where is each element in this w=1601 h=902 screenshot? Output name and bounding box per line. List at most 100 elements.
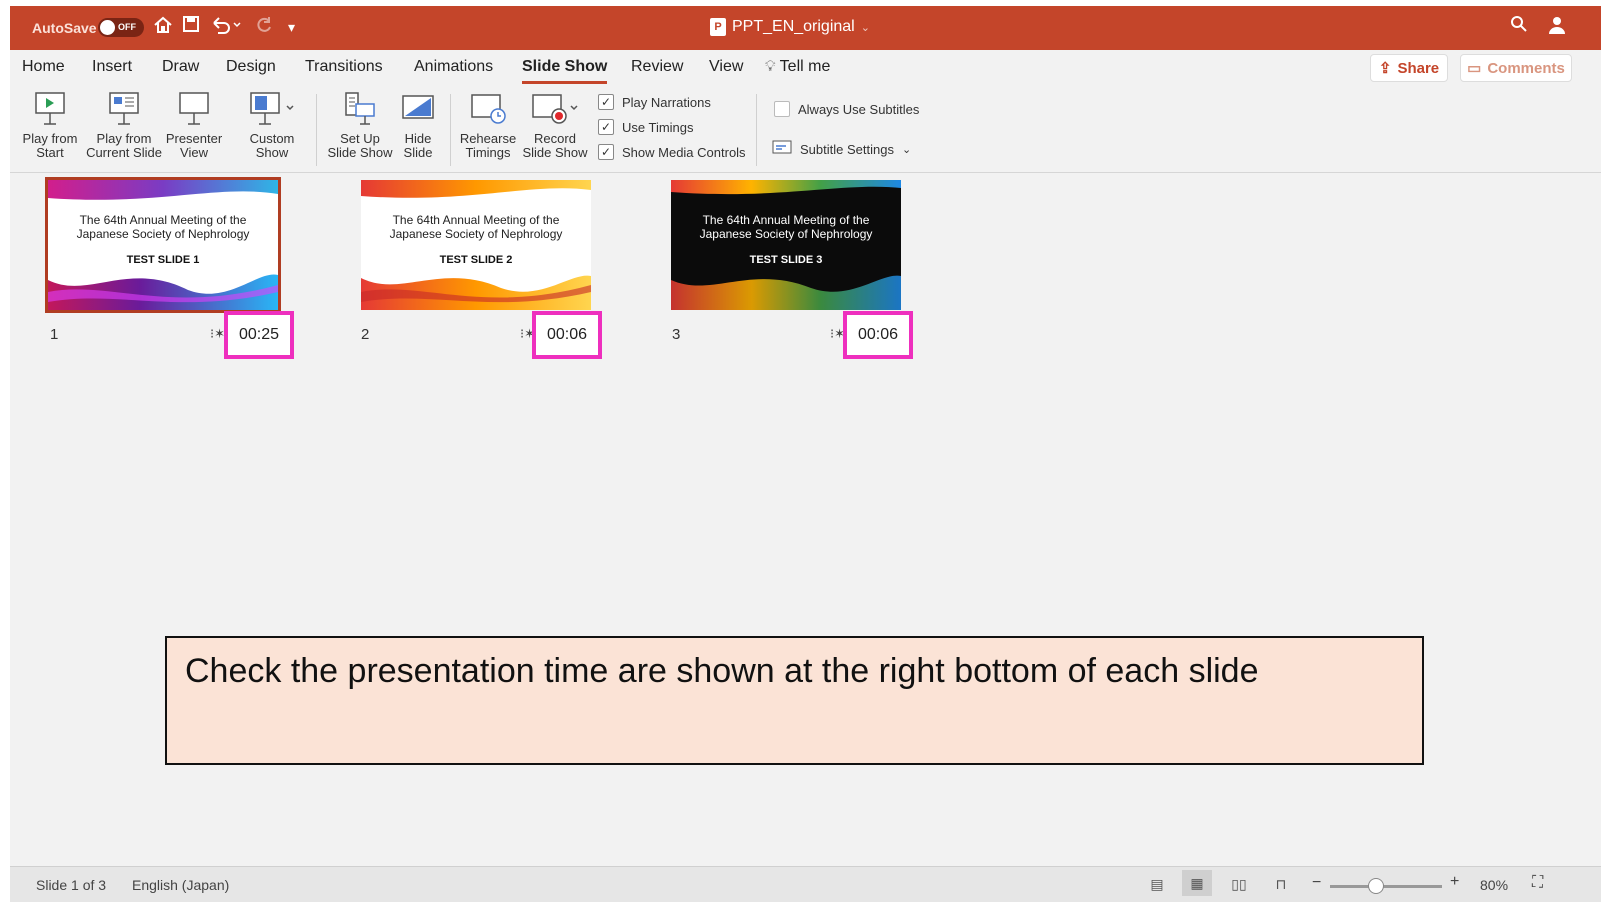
status-bar: Slide 1 of 3 English (Japan) ▤ ▦ ▯▯ ⊓ − … — [10, 866, 1601, 902]
slide-show-view-icon[interactable]: ⊓ — [1272, 876, 1290, 892]
document-title[interactable]: P PPT_EN_original ⌄ — [710, 18, 910, 36]
fit-to-window-icon[interactable]: ⛶ — [1532, 874, 1543, 892]
instruction-callout: Check the presentation time are shown at… — [165, 636, 1424, 765]
share-icon: ⇪ — [1378, 60, 1392, 77]
custom-show-icon — [236, 90, 308, 128]
search-icon[interactable] — [1510, 15, 1528, 39]
home-icon[interactable] — [153, 15, 173, 41]
language-indicator[interactable]: English (Japan) — [132, 877, 229, 893]
checkbox-checked-icon: ✓ — [598, 144, 614, 160]
slide-label: TEST SLIDE 2 — [439, 254, 513, 266]
customize-icon[interactable]: ▾ — [288, 15, 295, 39]
zoom-in-icon[interactable]: + — [1450, 873, 1459, 891]
zoom-out-icon[interactable]: − — [1312, 874, 1321, 892]
checkbox-checked-icon: ✓ — [598, 94, 614, 110]
document-title-text: PPT_EN_original — [732, 18, 855, 35]
tab-design[interactable]: Design — [226, 58, 276, 76]
play-narrations-checkbox[interactable]: ✓ Play Narrations — [598, 94, 711, 110]
account-icon[interactable] — [1547, 15, 1567, 41]
use-timings-checkbox[interactable]: ✓ Use Timings — [598, 119, 694, 135]
record-slide-show-button[interactable]: Record Slide Show — [520, 90, 590, 160]
tell-me[interactable]: 💡︎ Tell me — [765, 58, 830, 76]
zoom-slider-handle[interactable] — [1368, 878, 1384, 894]
tab-draw[interactable]: Draw — [162, 58, 199, 76]
slide-background — [361, 180, 591, 310]
autosave-state: OFF — [118, 22, 136, 32]
play-from-start-line1: Play from — [22, 131, 78, 146]
presenter-view-button[interactable]: Presenter View — [162, 90, 226, 160]
rehearse-line2: Timings — [465, 145, 511, 160]
use-timings-label: Use Timings — [622, 119, 694, 135]
comments-button[interactable]: ▭ Comments — [1460, 54, 1572, 82]
tab-home[interactable]: Home — [22, 58, 65, 76]
custom-show-line2: Show — [255, 145, 289, 160]
show-media-controls-label: Show Media Controls — [622, 144, 746, 160]
tab-animations[interactable]: Animations — [414, 58, 493, 76]
ribbon-slide-show: Play from Start Play from Current Slide … — [10, 88, 1601, 173]
presenter-view-line1: Presenter — [165, 131, 223, 146]
ribbon-divider — [450, 94, 451, 166]
play-from-current-line1: Play from — [96, 131, 152, 146]
undo-icon[interactable] — [210, 15, 242, 41]
slide-thumbnail[interactable]: The 64th Annual Meeting of the Japanese S… — [671, 180, 901, 310]
slide-title: The 64th Annual Meeting of the Japanese S… — [389, 213, 563, 241]
toggle-knob — [100, 20, 115, 35]
slide-counter: Slide 1 of 3 — [36, 877, 107, 893]
slide-sorter-icon[interactable]: ▦ — [1182, 870, 1212, 896]
slide-thumbnail[interactable]: The 64th Annual Meeting of the Japanese S… — [45, 177, 281, 313]
custom-show-button[interactable]: Custom Show — [236, 90, 308, 160]
show-media-controls-checkbox[interactable]: ✓ Show Media Controls — [598, 144, 746, 160]
lightbulb-icon: 💡︎ — [765, 58, 776, 75]
normal-view-icon[interactable]: ▤ — [1148, 876, 1166, 892]
slide-timing: 00:06 — [843, 311, 913, 359]
rehearse-timings-button[interactable]: Rehearse Timings — [456, 90, 520, 160]
comment-icon: ▭ — [1467, 60, 1482, 77]
redo-icon[interactable] — [254, 15, 274, 41]
autosave-toggle[interactable]: OFF — [98, 18, 144, 37]
slide-number: 2 — [361, 326, 370, 343]
tab-transitions[interactable]: Transitions — [305, 58, 383, 76]
presenter-view-line2: View — [180, 145, 208, 160]
rehearse-line1: Rehearse — [459, 131, 517, 146]
tab-view[interactable]: View — [709, 58, 743, 76]
share-button[interactable]: ⇪ Share — [1370, 54, 1448, 82]
hide-slide-button[interactable]: Hide Slide — [396, 90, 440, 160]
subtitle-settings-icon — [772, 140, 792, 159]
set-up-line1: Set Up — [340, 131, 380, 146]
zoom-level[interactable]: 80% — [1480, 877, 1508, 893]
play-from-start-line2: Start — [36, 145, 64, 160]
hide-slide-icon — [396, 90, 440, 128]
play-from-current-line2: Current Slide — [86, 145, 162, 160]
always-use-subtitles-checkbox[interactable]: Always Use Subtitles — [774, 101, 919, 117]
ppt-file-icon: P — [710, 18, 726, 36]
presenter-view-icon — [162, 90, 226, 128]
slide-title: The 64th Annual Meeting of the Japanese S… — [699, 213, 873, 241]
set-up-slide-show-button[interactable]: Set Up Slide Show — [326, 90, 394, 160]
tab-review[interactable]: Review — [631, 58, 683, 76]
set-up-icon — [326, 90, 394, 128]
subtitle-settings-button[interactable]: Subtitle Settings ⌄ — [772, 140, 911, 159]
reading-view-icon[interactable]: ▯▯ — [1230, 876, 1248, 892]
subtitle-settings-label: Subtitle Settings — [800, 142, 894, 157]
slide-timing: 00:06 — [532, 311, 602, 359]
powerpoint-window: AutoSave OFF ▾ P PPT_EN_original ⌄ Home … — [10, 6, 1601, 902]
custom-show-line1: Custom — [249, 131, 295, 146]
ribbon-divider — [756, 94, 757, 166]
hide-slide-line1: Hide — [404, 131, 432, 146]
record-line1: Record — [534, 131, 576, 146]
hide-slide-line2: Slide — [403, 145, 433, 160]
play-from-start-button[interactable]: Play from Start — [18, 90, 82, 160]
always-use-subtitles-label: Always Use Subtitles — [798, 101, 920, 117]
share-label: Share — [1397, 59, 1440, 77]
tab-insert[interactable]: Insert — [92, 58, 132, 76]
play-from-current-button[interactable]: Play from Current Slide — [84, 90, 164, 160]
slide-thumbnail[interactable]: The 64th Annual Meeting of the Japanese S… — [361, 180, 591, 310]
animation-icon: ⁝✶ — [210, 326, 226, 341]
slide-label: TEST SLIDE 1 — [126, 254, 200, 266]
save-icon[interactable] — [182, 15, 200, 39]
play-narrations-label: Play Narrations — [622, 94, 711, 110]
zoom-slider[interactable] — [1330, 885, 1442, 888]
tab-slide-show[interactable]: Slide Show — [522, 58, 608, 84]
slide-number: 1 — [50, 326, 59, 343]
chevron-down-icon: ⌄ — [860, 21, 870, 34]
